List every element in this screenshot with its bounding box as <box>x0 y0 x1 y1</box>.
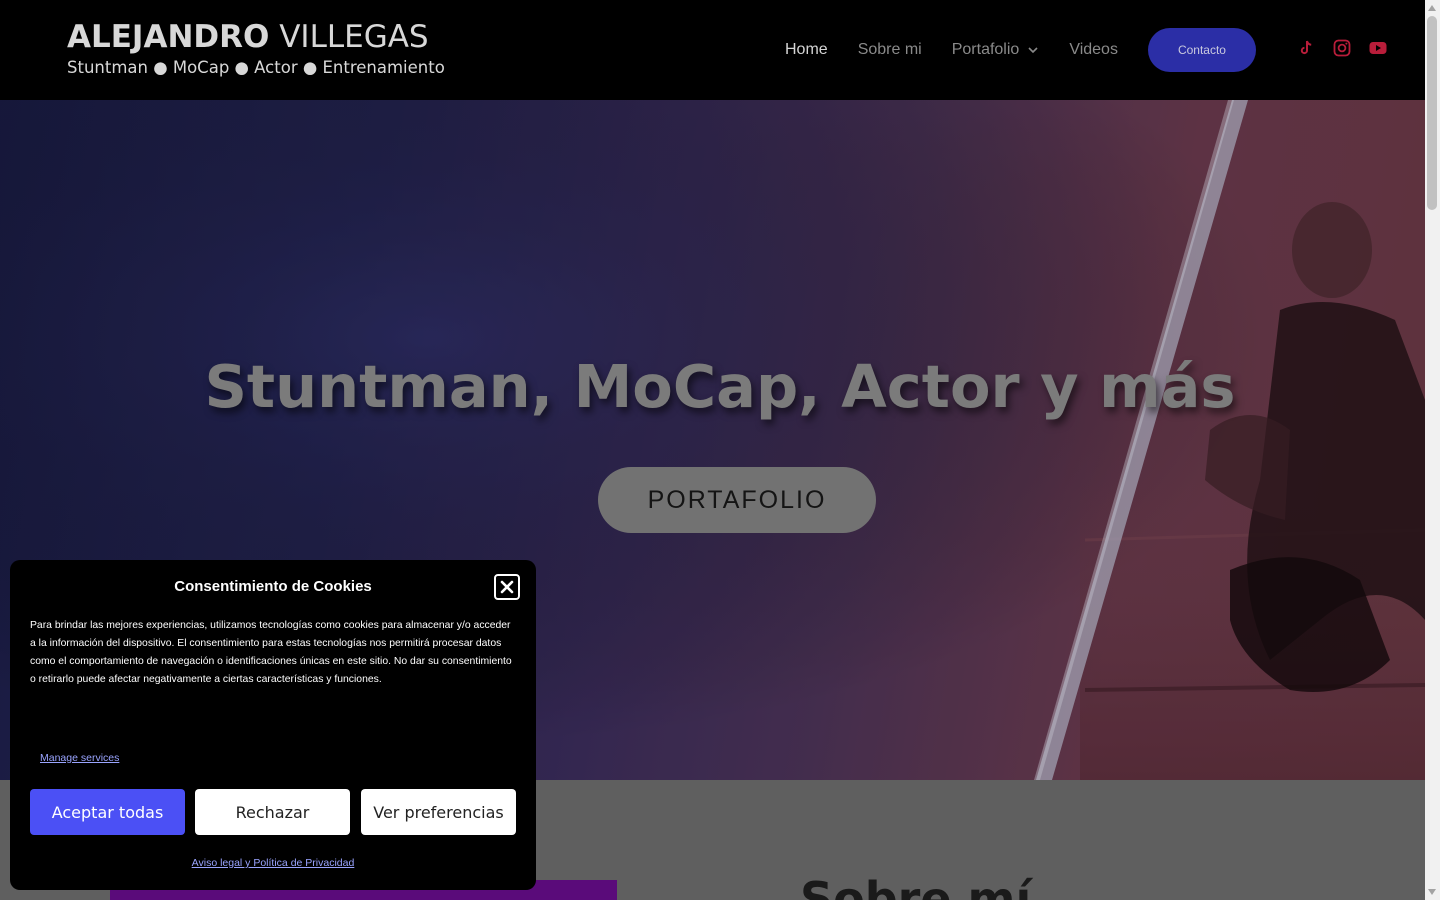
view-preferences-button[interactable]: Ver preferencias <box>361 789 516 835</box>
contact-button[interactable]: Contacto <box>1147 28 1256 72</box>
cookie-title: Consentimiento de Cookies <box>174 578 372 595</box>
page-scrollbar[interactable] <box>1425 0 1440 900</box>
manage-services-link[interactable]: Manage services <box>40 752 119 764</box>
chevron-down-icon <box>1028 47 1038 54</box>
instagram-icon[interactable] <box>1332 38 1352 58</box>
portfolio-button[interactable]: PORTAFOLIO <box>598 467 876 533</box>
nav-portfolio-label: Portafolio <box>951 41 1020 58</box>
nav-portfolio[interactable]: Portafolio <box>952 41 1040 59</box>
site-header: ALEJANDRO VILLEGAS Stuntman ● MoCap ● Ac… <box>0 0 1425 100</box>
legal-privacy-link[interactable]: Aviso legal y Política de Privacidad <box>10 857 536 869</box>
logo-name: ALEJANDRO VILLEGAS <box>67 20 445 54</box>
logo-name-bold: ALEJANDRO <box>67 19 270 55</box>
logo-tagline: Stuntman ● MoCap ● Actor ● Entrenamiento <box>67 58 445 77</box>
cookie-consent-dialog: Consentimiento de Cookies Para brindar l… <box>10 560 536 890</box>
nav-videos[interactable]: Videos <box>1069 41 1118 59</box>
nav-about[interactable]: Sobre mi <box>858 41 922 59</box>
close-icon[interactable] <box>494 574 520 600</box>
tiktok-icon[interactable] <box>1296 38 1316 58</box>
hero-title: Stuntman, MoCap, Actor y más <box>204 352 1236 421</box>
scroll-up-arrow-icon[interactable] <box>1428 5 1436 11</box>
scroll-down-arrow-icon[interactable] <box>1428 889 1436 895</box>
social-links <box>1296 38 1388 58</box>
nav-home[interactable]: Home <box>785 41 828 59</box>
site-logo[interactable]: ALEJANDRO VILLEGAS Stuntman ● MoCap ● Ac… <box>67 20 445 79</box>
reject-button[interactable]: Rechazar <box>195 789 350 835</box>
main-nav: Home Sobre mi Portafolio Videos Contacto <box>770 28 1256 72</box>
about-title: Sobre mí <box>800 872 1032 900</box>
cookie-description: Para brindar las mejores experiencias, u… <box>30 620 512 685</box>
youtube-icon[interactable] <box>1368 38 1388 58</box>
scrollbar-thumb[interactable] <box>1427 16 1437 210</box>
logo-name-light: VILLEGAS <box>279 19 429 55</box>
accept-all-button[interactable]: Aceptar todas <box>30 789 185 835</box>
